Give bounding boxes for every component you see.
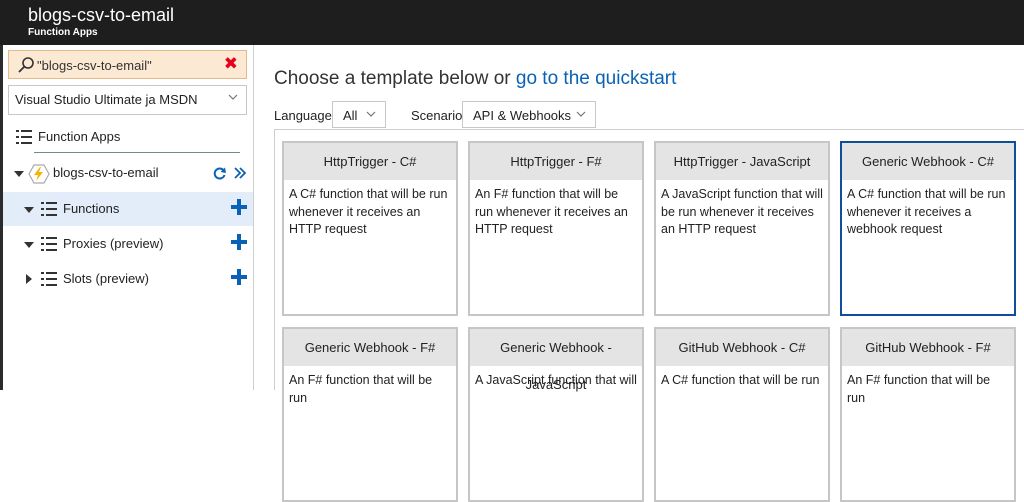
collapse-icon[interactable] [26,274,32,284]
plus-icon[interactable] [231,234,247,250]
chevron-down-icon [228,94,238,100]
template-title: GitHub Webhook - F# [842,329,1014,366]
refresh-icon[interactable] [212,166,227,181]
template-title: HttpTrigger - C# [284,143,456,180]
template-title: HttpTrigger - F# [470,143,642,180]
scenario-label: Scenario: [411,108,466,123]
list-icon [41,202,57,216]
app-header: blogs-csv-to-email Function Apps [0,0,1024,45]
scenario-select[interactable]: API & Webhooks [462,101,596,128]
divider [34,152,240,153]
search-icon [18,57,34,73]
sidebar-edge [0,45,3,390]
scenario-value: API & Webhooks [473,108,572,123]
app-subtitle: Function Apps [28,27,98,38]
list-icon [41,272,57,286]
template-card[interactable]: HttpTrigger - C# A C# function that will… [282,141,458,316]
template-grid: HttpTrigger - C# A C# function that will… [274,129,1024,502]
plus-icon[interactable] [231,269,247,285]
page-title: Choose a template below or go to the qui… [274,68,676,90]
template-description: A C# function that will be run whenever … [289,187,448,236]
sidebar-item-label: Function Apps [38,129,121,144]
plus-icon[interactable] [231,199,247,215]
expand-icon[interactable] [14,171,24,177]
sidebar-item-functions[interactable]: Functions [0,192,253,226]
sidebar-item-label: Functions [63,201,120,216]
template-description: A JavaScript function that will [475,373,637,387]
template-card[interactable]: GitHub Webhook - C# A C# function that w… [654,327,830,502]
template-card-selected[interactable]: Generic Webhook - C# A C# function that … [840,141,1016,316]
template-title: Generic Webhook - F# [284,329,456,366]
template-title: Generic Webhook - C# [842,143,1014,180]
sidebar-item-function-apps[interactable]: Function Apps [0,120,253,154]
template-card[interactable]: Generic Webhook - JavaScript A JavaScrip… [468,327,644,502]
sidebar-item-proxies[interactable]: Proxies (preview) [0,227,253,261]
subscription-select[interactable]: Visual Studio Ultimate ja MSDN [8,85,247,115]
function-app-icon [28,164,50,184]
quickstart-link[interactable]: go to the quickstart [516,68,677,89]
template-title: HttpTrigger - JavaScript [656,143,828,180]
subscription-value: Visual Studio Ultimate ja MSDN [15,92,198,107]
language-value: All [343,108,358,123]
template-card[interactable]: GitHub Webhook - F# An F# function that … [840,327,1016,502]
template-title: GitHub Webhook - C# [656,329,828,366]
language-select[interactable]: All [332,101,386,128]
language-label: Language: [274,108,336,123]
list-icon [16,130,32,144]
sidebar-item-label: Slots (preview) [63,271,149,286]
expand-icon[interactable] [24,207,34,213]
template-description: A JavaScript function that will be run w… [661,187,823,236]
chevron-down-icon [576,111,586,117]
app-title: blogs-csv-to-email [28,5,175,25]
list-icon [41,237,57,251]
sidebar-item-label: Proxies (preview) [63,236,164,251]
template-title: Generic Webhook - JavaScript [470,329,642,392]
search-box[interactable]: ✖ [8,50,247,79]
page-title-text: Choose a template below or [274,68,516,89]
template-card[interactable]: HttpTrigger - F# An F# function that wil… [468,141,644,316]
template-description: A C# function that will be run whenever … [847,187,1006,236]
template-card[interactable]: Generic Webhook - F# An F# function that… [282,327,458,502]
chevron-down-icon [366,111,376,117]
app-name: blogs-csv-to-email [53,165,159,180]
expand-icon[interactable] [24,242,34,248]
sidebar-item-app[interactable]: blogs-csv-to-email [0,156,253,190]
template-description: A C# function that will be run [661,373,820,387]
close-icon[interactable]: ✖ [224,54,238,74]
sidebar-item-slots[interactable]: Slots (preview) [0,262,253,296]
double-chevron-right-icon[interactable] [233,166,247,180]
search-input[interactable] [37,55,217,75]
template-description: An F# function that will be run whenever… [475,187,628,236]
main-panel: Choose a template below or go to the qui… [255,45,1024,502]
sidebar: ✖ Visual Studio Ultimate ja MSDN Functio… [0,45,254,390]
template-card[interactable]: HttpTrigger - JavaScript A JavaScript fu… [654,141,830,316]
